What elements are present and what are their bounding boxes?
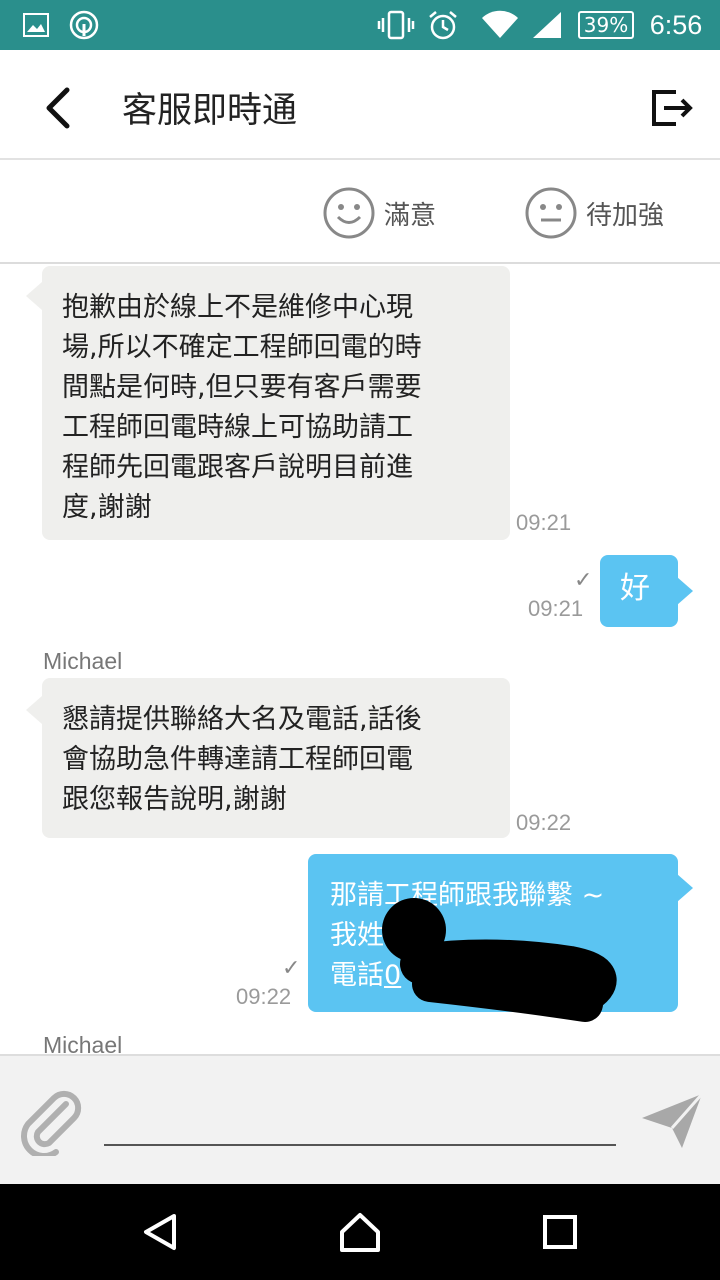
bubble-tail [677,874,693,902]
message-outgoing[interactable]: 好 [600,555,678,627]
nav-back-button[interactable] [130,1202,190,1262]
nav-recents-icon [543,1215,577,1249]
smiley-neutral-icon [525,187,577,239]
image-icon [22,0,50,50]
smiley-happy-icon [323,187,375,239]
send-button[interactable] [638,1090,706,1152]
rating-improve-button[interactable]: 待加強 [524,186,664,240]
status-bar: 39% 6:56 [0,0,720,50]
nav-home-icon [340,1213,380,1252]
nav-back-icon [144,1214,176,1250]
input-bar [0,1054,720,1184]
signal-icon [530,0,564,50]
battery-level: 39% [577,11,635,39]
wifi-icon [480,0,520,50]
rating-bar: 滿意 待加強 [0,162,720,264]
page-title: 客服即時通 [122,91,298,131]
back-button[interactable] [30,80,86,136]
nav-recents-button[interactable] [530,1202,590,1262]
app-bar: 客服即時通 [0,50,720,160]
redaction-scribble [382,898,617,1022]
bubble-tail [677,577,693,605]
message-input[interactable] [104,1096,616,1146]
back-arrow-icon [46,87,70,129]
sender-name: Michael [43,1032,123,1054]
vibrate-icon [376,0,416,50]
read-check-icon: ✓ [282,956,301,981]
message-text: 懇請提供聯絡大名及電話,話後 會協助急件轉達請工程師回電 跟您報告說明,謝謝 [62,704,422,815]
sender-name: Michael [43,648,123,674]
bubble-tail [26,696,42,724]
message-time: 09:22 [236,984,292,1009]
paperclip-icon [21,1090,82,1159]
rating-satisfied-button[interactable]: 滿意 [322,186,436,240]
exit-button[interactable] [642,80,702,136]
message-time: 09:21 [528,596,584,621]
cast-icon [68,0,100,50]
message-text: 好 [620,571,650,606]
chat-area[interactable]: 抱歉由於線上不是維修中心現 場,所以不確定工程師回電的時 間點是何時,但只要有客… [0,264,720,1054]
bubble-tail [26,282,42,310]
rating-improve-label: 待加強 [586,200,665,231]
message-time: 09:21 [516,510,572,535]
message-text: 抱歉由於線上不是維修中心現 場,所以不確定工程師回電的時 間點是何時,但只要有客… [62,292,422,523]
message-time: 09:22 [516,810,572,835]
attach-button[interactable] [16,1086,86,1159]
nav-bar [0,1184,720,1280]
send-icon [642,1093,704,1148]
read-check-icon: ✓ [574,568,593,593]
battery-icon: 39% [577,0,635,50]
clock: 6:56 [649,9,703,40]
nav-home-button[interactable] [330,1202,390,1262]
message-incoming[interactable]: 懇請提供聯絡大名及電話,話後 會協助急件轉達請工程師回電 跟您報告說明,謝謝 [42,678,510,838]
alarm-icon [426,0,460,50]
exit-icon [652,90,693,126]
rating-satisfied-label: 滿意 [384,200,437,231]
message-incoming[interactable]: 抱歉由於線上不是維修中心現 場,所以不確定工程師回電的時 間點是何時,但只要有客… [42,266,510,540]
